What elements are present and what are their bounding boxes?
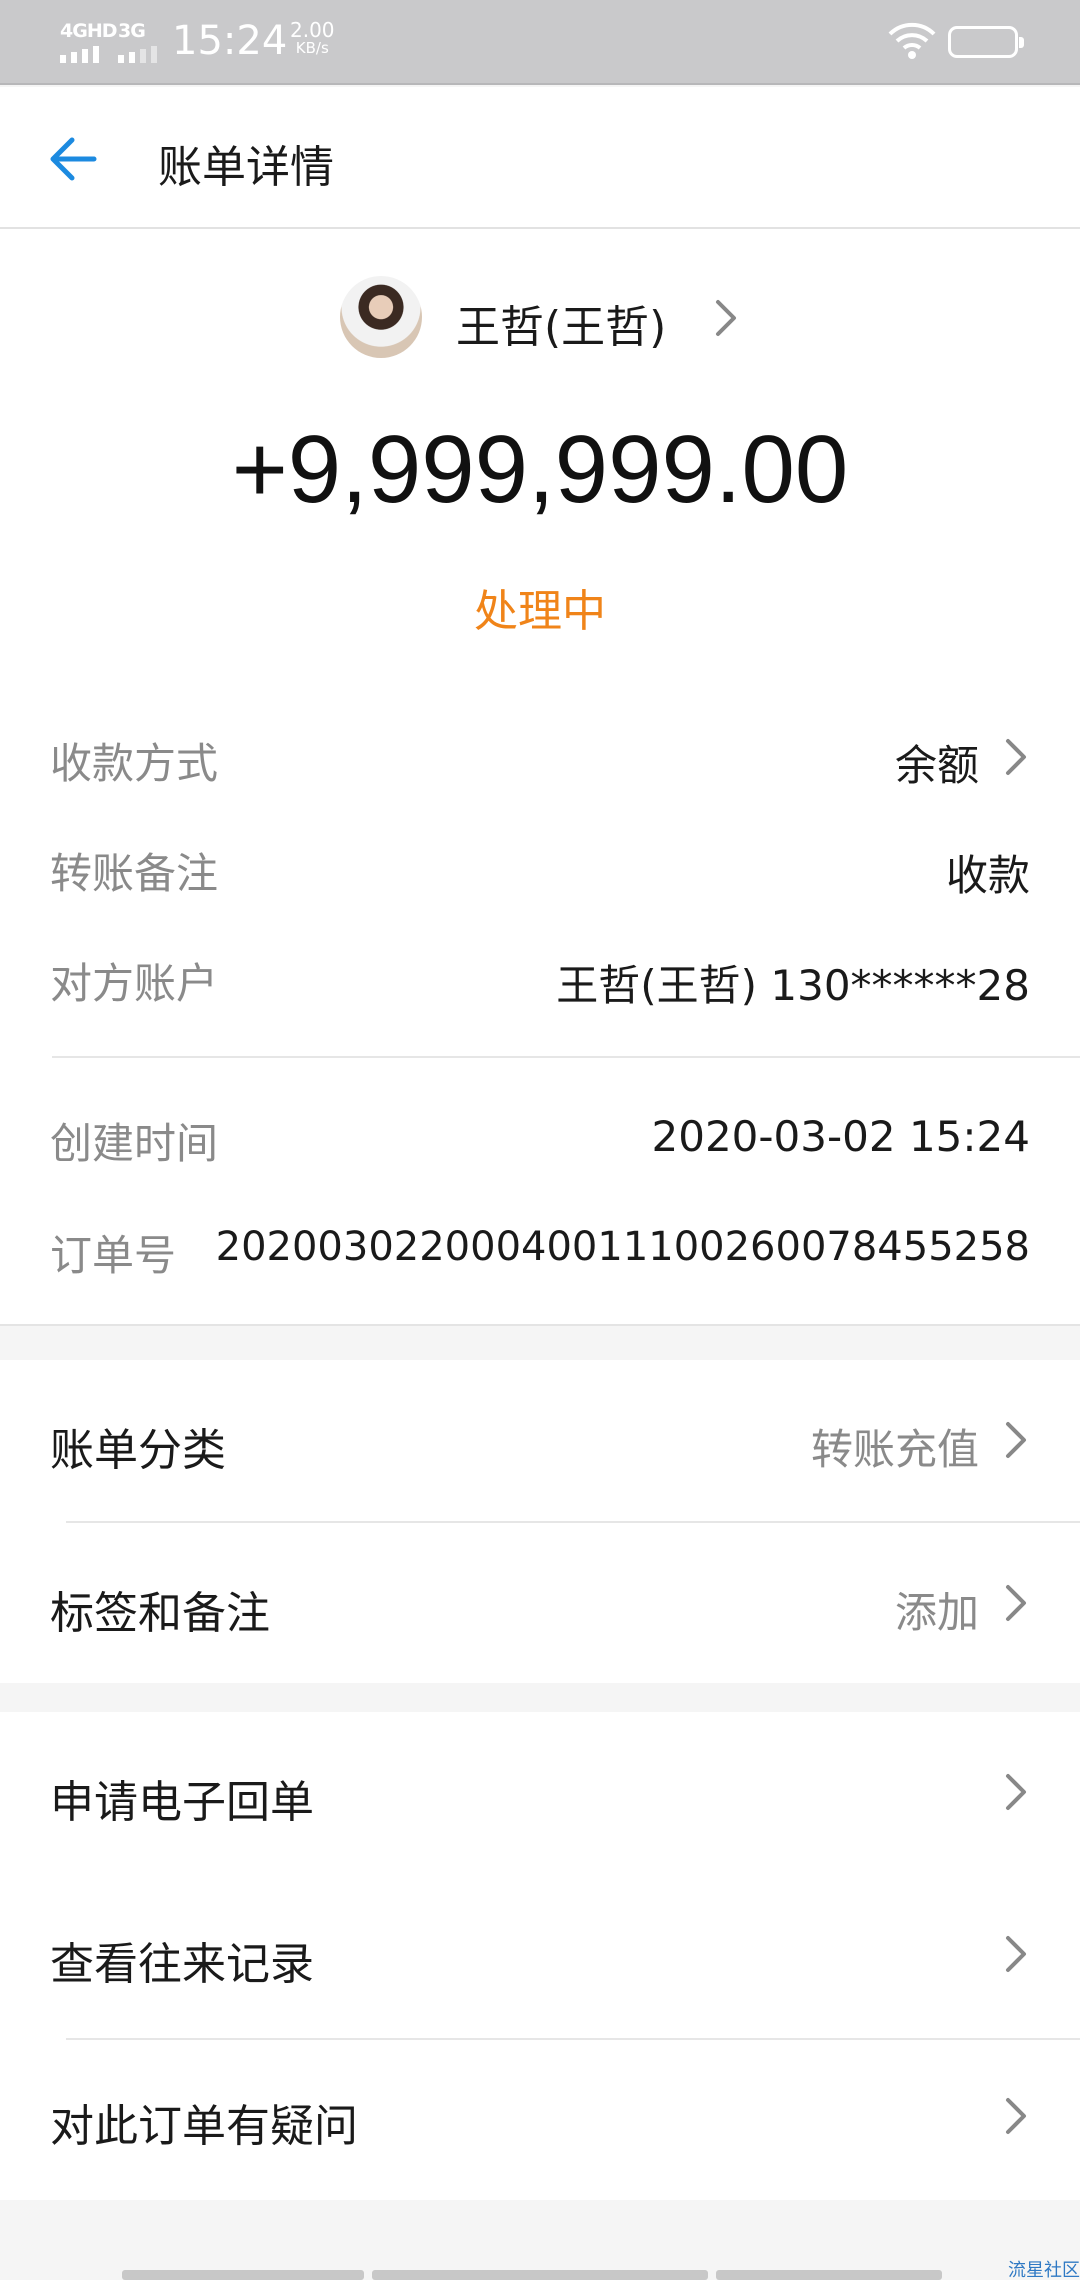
- watermark: 流星社区: [1008, 2260, 1080, 2280]
- payee-name: 王哲(王哲): [456, 302, 667, 353]
- actions-section: 申请电子回单 查看往来记录 对此订单有疑问: [0, 1712, 1080, 2200]
- detail-label: 收款方式: [50, 739, 219, 788]
- avatar: [340, 276, 422, 358]
- chevron-right-icon: [1006, 1585, 1026, 1621]
- item-label: 标签和备注: [50, 1588, 270, 1639]
- chevron-right-icon: [1006, 2098, 1026, 2134]
- detail-value: 20200302200040011100260078455258: [215, 1224, 1030, 1270]
- speed-unit: KB/s: [295, 39, 329, 57]
- divider: [52, 1056, 1080, 1058]
- payee-row[interactable]: 王哲(王哲): [0, 276, 1080, 360]
- chevron-right-icon: [1006, 1774, 1026, 1810]
- nav-indicator: [372, 2270, 708, 2280]
- request-receipt-row[interactable]: 申请电子回单: [0, 1712, 1080, 1872]
- chevron-right-icon: [1006, 1936, 1026, 1972]
- back-arrow-icon[interactable]: [44, 129, 104, 189]
- item-label: 账单分类: [50, 1425, 226, 1476]
- detail-row-counterparty: 对方账户 王哲(王哲) 130******28: [0, 942, 1080, 1012]
- nav-indicator: [122, 2270, 364, 2280]
- chevron-right-icon: [1006, 1422, 1026, 1458]
- detail-row-payment-method[interactable]: 收款方式 余额: [0, 722, 1080, 792]
- detail-value: 2020-03-02 15:24: [651, 1112, 1030, 1161]
- chevron-right-icon: [1006, 739, 1026, 775]
- bottom-bar: [0, 2200, 1080, 2280]
- wifi-icon: [888, 22, 936, 59]
- detail-row-order-number: 订单号 20200302200040011100260078455258: [0, 1214, 1080, 1284]
- network-type-2: 3G: [118, 20, 146, 42]
- detail-value: 余额: [894, 741, 979, 790]
- page-title: 账单详情: [158, 142, 334, 193]
- status-text: 处理中: [474, 586, 606, 637]
- chevron-right-icon: [716, 300, 736, 336]
- detail-value: 收款: [945, 851, 1030, 900]
- status-bar: 4GHD 3G 15:24 2.00 KB/s: [0, 0, 1080, 85]
- detail-value: 王哲(王哲) 130******28: [556, 961, 1030, 1010]
- order-question-row[interactable]: 对此订单有疑问: [0, 2036, 1080, 2196]
- item-value: 转账充值: [810, 1425, 979, 1474]
- clock: 15:24: [172, 18, 288, 64]
- battery-icon: [948, 26, 1024, 58]
- item-value: 添加: [894, 1588, 979, 1637]
- detail-label: 转账备注: [50, 849, 219, 898]
- network-type-1: 4GHD: [60, 20, 117, 42]
- item-label: 申请电子回单: [50, 1777, 314, 1828]
- nav-indicator: [716, 2270, 942, 2280]
- tags-notes-row[interactable]: 标签和备注 添加: [0, 1523, 1080, 1683]
- network-speed: 2.00 KB/s: [290, 20, 335, 56]
- detail-row-remark: 转账备注 收款: [0, 832, 1080, 902]
- item-label: 查看往来记录: [50, 1939, 314, 1990]
- item-label: 对此订单有疑问: [50, 2101, 358, 2152]
- detail-label: 订单号: [50, 1231, 177, 1280]
- detail-label: 对方账户: [50, 959, 219, 1008]
- category-section: 账单分类 转账充值 标签和备注 添加: [0, 1360, 1080, 1683]
- amount: +9,999,999.00: [231, 416, 849, 523]
- bill-category-row[interactable]: 账单分类 转账充值: [0, 1360, 1080, 1520]
- detail-label: 创建时间: [50, 1119, 219, 1168]
- view-history-row[interactable]: 查看往来记录: [0, 1874, 1080, 2034]
- detail-row-created-time: 创建时间 2020-03-02 15:24: [0, 1102, 1080, 1172]
- app-bar: 账单详情: [0, 87, 1080, 229]
